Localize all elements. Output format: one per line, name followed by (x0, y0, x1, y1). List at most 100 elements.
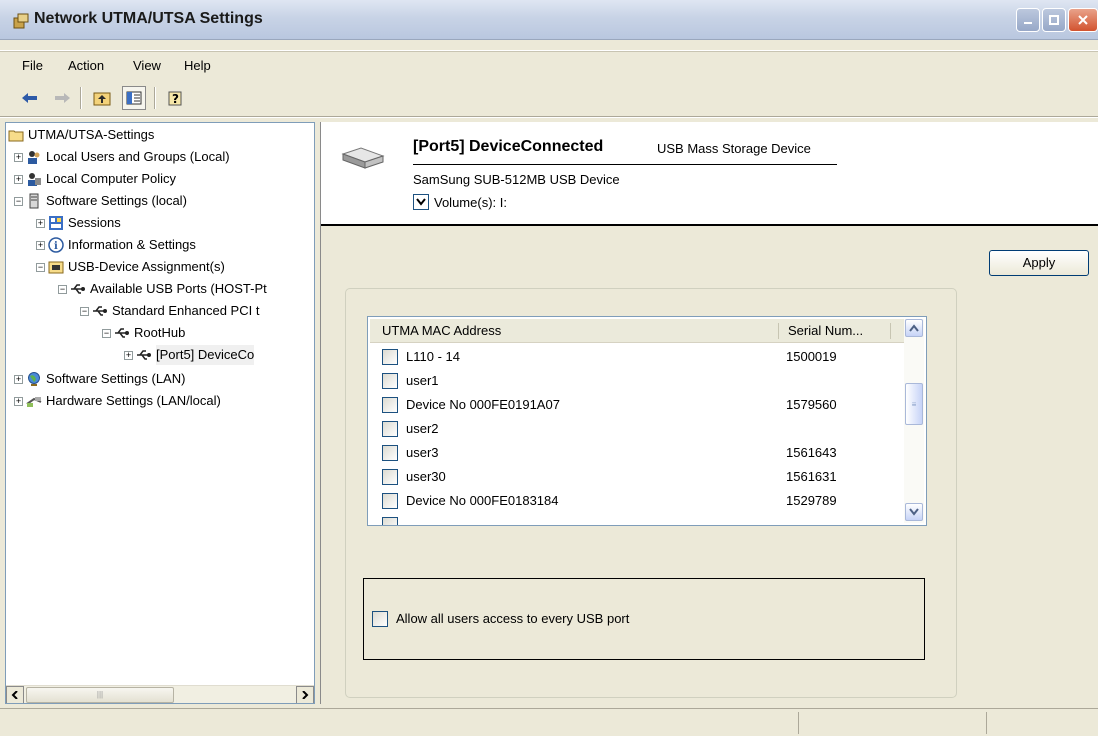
menu-file[interactable]: File (22, 58, 43, 73)
close-icon (1078, 15, 1088, 25)
scroll-right-button[interactable] (296, 686, 314, 703)
volumes-dropdown-button[interactable] (413, 194, 429, 210)
tree-label-information-settings: Information & Settings (68, 237, 196, 252)
chevron-right-icon (302, 691, 309, 699)
volumes-label: Volume(s): I: (434, 195, 507, 210)
scroll-left-button[interactable] (6, 686, 24, 703)
toolbar-separator (80, 87, 82, 109)
row-checkbox[interactable] (382, 373, 398, 389)
list-item[interactable]: user1 (370, 369, 904, 393)
list-vertical-scrollbar[interactable]: ≡ (904, 319, 924, 523)
usb-assignment-icon (48, 261, 64, 274)
expand-icon[interactable]: + (124, 351, 133, 360)
up-one-level-button[interactable] (90, 86, 114, 110)
usb-icon (93, 306, 107, 316)
tree-label-usb-device-assignment: USB-Device Assignment(s) (68, 259, 225, 274)
row-serial: 1500019 (786, 349, 837, 364)
list-item[interactable]: Device No 000FE0183184 1529789 (370, 489, 904, 513)
settings-tree[interactable]: UTMA/UTSA-Settings + Local Users and Gro… (5, 122, 315, 704)
expand-icon[interactable]: + (36, 241, 45, 250)
row-checkbox[interactable] (382, 469, 398, 485)
show-hide-tree-button[interactable] (122, 86, 146, 110)
column-divider[interactable] (890, 323, 891, 339)
minimize-button[interactable] (1016, 8, 1040, 32)
close-button[interactable] (1068, 8, 1098, 32)
collapse-icon[interactable]: − (102, 329, 111, 338)
back-button[interactable] (18, 86, 42, 110)
list-item[interactable]: user30 1561631 (370, 465, 904, 489)
expand-icon[interactable]: + (14, 375, 23, 384)
collapse-icon[interactable]: − (58, 285, 67, 294)
up-folder-icon (93, 92, 111, 106)
allow-all-checkbox[interactable] (372, 611, 388, 627)
drive-icon (341, 147, 385, 169)
list-item[interactable]: user3 1561643 (370, 441, 904, 465)
device-title: [Port5] DeviceConnected (413, 138, 604, 155)
row-checkbox[interactable] (382, 445, 398, 461)
collapse-icon[interactable]: − (36, 263, 45, 272)
tree-label-roothub: RootHub (134, 325, 186, 340)
row-mac-address: Device No 000FE0183184 (406, 493, 559, 508)
mac-address-list[interactable]: UTMA MAC Address Serial Num... L110 - 14… (367, 316, 927, 526)
help-button[interactable]: ? (164, 86, 188, 110)
row-serial: 1579560 (786, 397, 837, 412)
toolbar: ? (0, 84, 1098, 114)
tree-label-software-settings-lan: Software Settings (LAN) (46, 371, 186, 386)
row-serial: 1561631 (786, 469, 837, 484)
tree-label-software-settings-local: Software Settings (local) (46, 193, 187, 208)
detail-panel: [Port5] DeviceConnected USB Mass Storage… (320, 122, 1098, 704)
tree-label-sessions: Sessions (68, 215, 121, 230)
svg-text:i: i (54, 241, 58, 252)
forward-button[interactable] (50, 86, 74, 110)
row-checkbox[interactable] (382, 349, 398, 365)
row-checkbox[interactable] (382, 517, 398, 525)
list-item[interactable]: Device No 000FE0191A07 1579560 (370, 393, 904, 417)
chevron-up-icon (909, 324, 919, 332)
row-checkbox[interactable] (382, 397, 398, 413)
column-header-mac[interactable]: UTMA MAC Address (382, 323, 501, 338)
list-item[interactable]: user2 (370, 417, 904, 441)
hardware-icon (26, 397, 42, 407)
device-name: SamSung SUB-512MB USB Device (413, 172, 620, 187)
show-hide-tree-icon (126, 91, 142, 105)
globe-icon (28, 372, 40, 386)
expand-icon[interactable]: + (36, 219, 45, 228)
collapse-icon[interactable]: − (14, 197, 23, 206)
maximize-icon (1049, 15, 1059, 25)
scroll-thumb[interactable]: ||| (26, 687, 174, 703)
chevron-down-icon (909, 508, 919, 516)
row-checkbox[interactable] (382, 493, 398, 509)
column-header-serial[interactable]: Serial Num... (788, 323, 863, 338)
list-item-partial[interactable] (370, 513, 904, 525)
scroll-up-button[interactable] (905, 319, 923, 337)
help-icon: ? (168, 91, 182, 106)
collapse-icon[interactable]: − (80, 307, 89, 316)
maximize-button[interactable] (1042, 8, 1066, 32)
tree-label-local-computer-policy: Local Computer Policy (46, 171, 177, 186)
usb-icon (137, 350, 151, 360)
network-settings-icon (13, 13, 29, 29)
expand-icon[interactable]: + (14, 175, 23, 184)
list-header: UTMA MAC Address Serial Num... (370, 319, 904, 343)
expand-icon[interactable]: + (14, 397, 23, 406)
menu-action[interactable]: Action (68, 58, 104, 73)
menu-bar: File Action View Help (0, 54, 1098, 78)
device-type: USB Mass Storage Device (657, 141, 811, 156)
column-divider[interactable] (778, 323, 779, 339)
device-header: [Port5] DeviceConnected USB Mass Storage… (321, 122, 1098, 226)
tree-horizontal-scrollbar[interactable]: ||| (6, 685, 314, 703)
menu-view[interactable]: View (133, 58, 161, 73)
policy-icon (28, 173, 41, 186)
menu-help[interactable]: Help (184, 58, 211, 73)
folder-icon (8, 130, 24, 142)
scroll-down-button[interactable] (905, 503, 923, 521)
row-checkbox[interactable] (382, 421, 398, 437)
row-serial: 1529789 (786, 493, 837, 508)
expand-icon[interactable]: + (14, 153, 23, 162)
list-item[interactable]: L110 - 14 1500019 (370, 345, 904, 369)
row-mac-address: user30 (406, 469, 446, 484)
chevron-down-icon (416, 198, 426, 206)
tree-label-port5: [Port5] DeviceCo (156, 345, 255, 365)
apply-button[interactable]: Apply (989, 250, 1089, 276)
scroll-thumb[interactable]: ≡ (905, 383, 923, 425)
